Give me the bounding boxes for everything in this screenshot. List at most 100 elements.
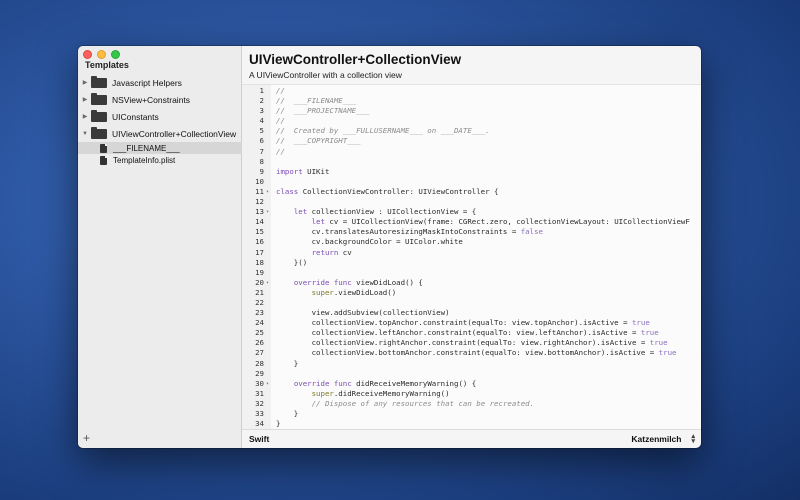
- code-token: override func: [293, 277, 352, 287]
- line-number: 25: [255, 328, 264, 338]
- code-line[interactable]: 11 ▾ class CollectionViewController: UIVie…: [242, 187, 701, 197]
- code-line[interactable]: 28 }: [242, 359, 701, 369]
- sidebar-item-uiconstants[interactable]: ▶ UIConstants: [78, 108, 242, 125]
- code-line[interactable]: 13 ▾ let collectionView : UICollectionVie…: [242, 207, 701, 217]
- code-line[interactable]: 17 return cv: [242, 248, 701, 258]
- code-token: //: [276, 146, 285, 156]
- line-code: // Created by ___FULLUSERNAME___ on ___D…: [271, 126, 490, 136]
- code-line[interactable]: 26 collectionView.rightAnchor.constraint…: [242, 338, 701, 348]
- sidebar-item-nsview-constraints[interactable]: ▶ NSView+Constraints: [78, 91, 242, 108]
- minimize-window-button[interactable]: [97, 50, 106, 59]
- fold-chevron-icon[interactable]: ▾: [264, 379, 271, 389]
- code-line[interactable]: 27 collectionView.bottomAnchor.constrain…: [242, 348, 701, 358]
- code-line[interactable]: 31 super.didReceiveMemoryWarning(): [242, 389, 701, 399]
- code-token: view.addSubview(collectionView): [276, 308, 450, 318]
- code-line[interactable]: 33 }: [242, 409, 701, 419]
- code-line[interactable]: 29: [242, 369, 701, 379]
- line-code: cv.backgroundColor = UIColor.white: [271, 237, 463, 247]
- code-line[interactable]: 34}: [242, 419, 701, 429]
- code-line[interactable]: 9 import UIKit: [242, 167, 701, 177]
- code-line[interactable]: 20 ▾ override func viewDidLoad() {: [242, 278, 701, 288]
- sidebar-title: Templates: [85, 60, 129, 70]
- code-line[interactable]: 3 // ___PROJECTNAME___: [242, 106, 701, 116]
- code-line[interactable]: 30 ▾ override func didReceiveMemoryWarnin…: [242, 379, 701, 389]
- close-window-button[interactable]: [83, 50, 92, 59]
- code-line[interactable]: 22: [242, 298, 701, 308]
- sidebar-file-templateinfo[interactable]: TemplateInfo.plist: [78, 154, 242, 166]
- sidebar-item-javascript-helpers[interactable]: ▶ Javascript Helpers: [78, 74, 242, 91]
- code-line[interactable]: 14 let cv = UICollectionView(frame: CGRe…: [242, 217, 701, 227]
- theme-select[interactable]: Katzenmilch ▴ ▾: [631, 433, 695, 445]
- fold-chevron-icon[interactable]: ▾: [264, 278, 271, 288]
- line-number: 22: [255, 297, 264, 307]
- sidebar-file-label: TemplateInfo.plist: [113, 155, 176, 165]
- line-number: 9: [259, 166, 264, 176]
- sidebar: Templates ▶ Javascript Helpers ▶ NSView+…: [78, 46, 242, 448]
- code-line[interactable]: 12: [242, 197, 701, 207]
- code-token: .viewDidLoad(): [333, 287, 397, 297]
- code-line[interactable]: 16 cv.backgroundColor = UIColor.white: [242, 237, 701, 247]
- sidebar-item-label: UIViewController+CollectionView: [112, 128, 237, 139]
- line-number: 2: [259, 96, 264, 106]
- line-code: cv.translatesAutoresizingMaskIntoConstra…: [271, 227, 543, 237]
- code-line[interactable]: 5 // Created by ___FULLUSERNAME___ on ___…: [242, 126, 701, 136]
- window-controls: [83, 50, 120, 59]
- line-code: let cv = UICollectionView(frame: CGRect.…: [271, 217, 690, 227]
- disclosure-expanded-icon[interactable]: ▼: [80, 131, 90, 137]
- code-token: true: [640, 328, 659, 338]
- code-line[interactable]: 8: [242, 157, 701, 167]
- zoom-window-button[interactable]: [111, 50, 120, 59]
- code-line[interactable]: 7 //: [242, 147, 701, 157]
- code-line[interactable]: 1 //: [242, 86, 701, 96]
- sidebar-file-filename[interactable]: ___FILENAME___: [78, 142, 242, 154]
- code-token: }: [276, 358, 299, 368]
- line-number: 19: [255, 267, 264, 277]
- code-line[interactable]: 2 // ___FILENAME___: [242, 96, 701, 106]
- line-code: collectionView.rightAnchor.constraint(eq…: [271, 338, 668, 348]
- fold-chevron-icon[interactable]: ▾: [264, 207, 271, 217]
- code-token: cv: [338, 247, 352, 257]
- disclosure-collapsed-icon[interactable]: ▶: [80, 113, 90, 120]
- code-token: collectionView.leftAnchor.constraint(equ…: [276, 328, 641, 338]
- code-editor[interactable]: 1 // 2 // ___FILENAME___ 3 // ___PROJECTNAME_…: [242, 84, 701, 430]
- disclosure-collapsed-icon[interactable]: ▶: [80, 96, 90, 103]
- line-number: 29: [255, 368, 264, 378]
- fold-chevron-icon[interactable]: ▾: [264, 187, 271, 197]
- code-line[interactable]: 19: [242, 268, 701, 278]
- code-line[interactable]: 32 // Dispose of any resources that can …: [242, 399, 701, 409]
- code-line[interactable]: 6 // ___COPYRIGHT___: [242, 136, 701, 146]
- code-line[interactable]: 24 collectionView.topAnchor.constraint(e…: [242, 318, 701, 328]
- code-line[interactable]: 25 collectionView.leftAnchor.constraint(…: [242, 328, 701, 338]
- code-line[interactable]: 23 view.addSubview(collectionView): [242, 308, 701, 318]
- code-line[interactable]: 18 }(): [242, 258, 701, 268]
- add-template-button[interactable]: +: [83, 432, 90, 444]
- code-lines[interactable]: 1 // 2 // ___FILENAME___ 3 // ___PROJECTNAME_…: [242, 86, 701, 429]
- line-code: // ___FILENAME___: [271, 96, 356, 106]
- code-line[interactable]: 15 cv.translatesAutoresizingMaskIntoCons…: [242, 227, 701, 237]
- code-line[interactable]: 4 //: [242, 116, 701, 126]
- line-number: 4: [259, 116, 264, 126]
- disclosure-collapsed-icon[interactable]: ▶: [80, 79, 90, 86]
- code-line[interactable]: 10: [242, 177, 701, 187]
- sidebar-item-uiviewcontroller-collectionview[interactable]: ▼ UIViewController+CollectionView: [78, 125, 242, 142]
- code-line[interactable]: 21 super.viewDidLoad(): [242, 288, 701, 298]
- sidebar-item-label: NSView+Constraints: [112, 94, 191, 105]
- code-token: let: [293, 207, 308, 217]
- folder-icon: [91, 75, 107, 88]
- line-code: // ___PROJECTNAME___: [271, 106, 369, 116]
